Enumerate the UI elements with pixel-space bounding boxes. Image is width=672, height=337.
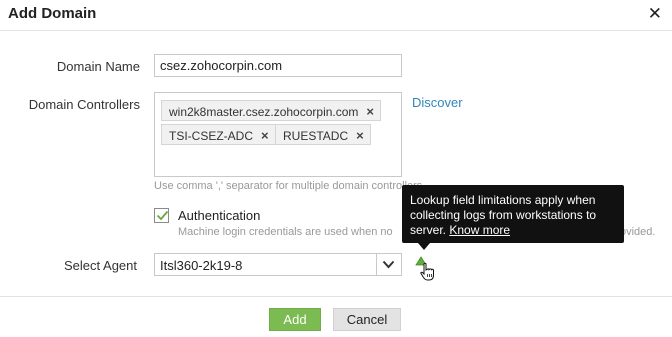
close-icon[interactable]: ✕ <box>648 4 662 24</box>
domain-name-input[interactable] <box>154 54 402 77</box>
discover-link[interactable]: Discover <box>412 95 463 110</box>
remove-tag-icon[interactable]: × <box>261 128 269 143</box>
select-agent-label: Select Agent <box>64 258 137 273</box>
domain-controllers-field[interactable]: win2k8master.csez.zohocorpin.com × TSI-CS… <box>154 92 402 177</box>
tag-label: TSI-CSEZ-ADC <box>169 129 253 143</box>
domain-controllers-hint: Use comma ',' separator for multiple dom… <box>154 180 423 192</box>
remove-tag-icon[interactable]: × <box>356 128 364 143</box>
authentication-note-tail: ovided. <box>620 226 656 238</box>
select-agent-dropdown[interactable]: Itsl360-2k19-8 <box>154 253 402 276</box>
remove-tag-icon[interactable]: × <box>366 104 374 119</box>
domain-controller-tag: TSI-CSEZ-ADC × <box>161 124 276 145</box>
tag-label: win2k8master.csez.zohocorpin.com <box>169 105 359 119</box>
authentication-label: Authentication <box>178 208 261 223</box>
domain-controller-tag: win2k8master.csez.zohocorpin.com × <box>161 100 382 121</box>
add-domain-dialog: Add Domain ✕ Domain Name Domain Controll… <box>0 0 672 337</box>
authentication-note: Machine login credentials are used when … <box>178 226 393 238</box>
info-icon[interactable] <box>414 256 434 282</box>
tooltip-arrow <box>418 243 430 250</box>
domain-controllers-label: Domain Controllers <box>28 97 140 112</box>
hand-cursor-icon <box>420 262 434 281</box>
know-more-link[interactable]: Know more <box>449 223 510 237</box>
tag-label: RUESTADC <box>283 129 349 143</box>
tooltip: Lookup field limitations apply when coll… <box>402 185 624 243</box>
add-button[interactable]: Add <box>269 308 321 331</box>
authentication-checkbox[interactable] <box>154 208 169 223</box>
dropdown-divider <box>376 254 377 275</box>
selected-agent-value: Itsl360-2k19-8 <box>160 258 243 273</box>
dialog-title: Add Domain <box>8 5 97 22</box>
check-icon <box>156 210 169 221</box>
cancel-button[interactable]: Cancel <box>333 308 401 331</box>
chevron-down-icon[interactable] <box>382 259 395 270</box>
domain-name-label: Domain Name <box>56 59 140 74</box>
domain-controller-tag: RUESTADC × <box>275 124 371 145</box>
dialog-header: Add Domain ✕ <box>0 0 672 31</box>
